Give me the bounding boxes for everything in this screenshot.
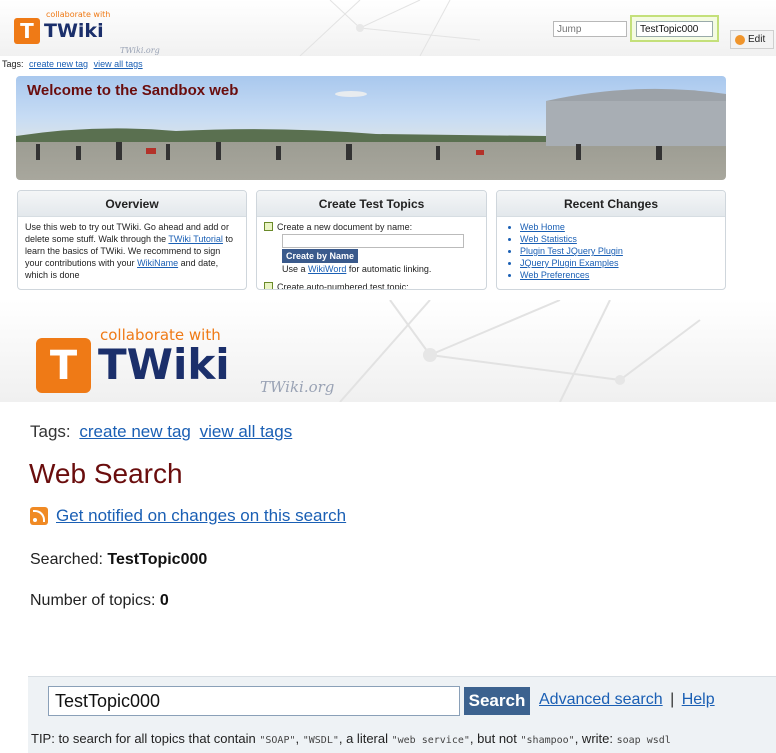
edit-label: Edit xyxy=(748,34,766,45)
create-title: Create Test Topics xyxy=(257,191,486,217)
searched-label: Searched: xyxy=(30,551,103,568)
tip-text-4: , but not xyxy=(469,731,517,746)
view-all-tags-link[interactable]: view all tags xyxy=(94,59,143,69)
new-document-icon xyxy=(264,282,273,289)
notify-row: Get notified on changes on this search xyxy=(30,506,346,526)
recent-list: Web Home Web Statistics Plugin Test JQue… xyxy=(520,221,718,281)
logo-t-icon: T xyxy=(14,18,40,44)
logo-word: TWiki xyxy=(44,20,104,42)
twiki-logo-large[interactable]: collaborate with T TWiki TWiki.org xyxy=(36,326,334,398)
overview-title: Overview xyxy=(18,191,246,217)
recent-item-plugin-test[interactable]: Plugin Test JQuery Plugin xyxy=(520,245,718,257)
edit-button[interactable]: Edit xyxy=(730,30,774,49)
tags-line: Tags: create new tag view all tags xyxy=(30,422,292,442)
hint-pre: Use a xyxy=(282,264,306,274)
create-by-name-button[interactable]: Create by Name xyxy=(282,249,359,263)
recent-item-jquery-examples[interactable]: JQuery Plugin Examples xyxy=(520,257,718,269)
wikiword-link[interactable]: WikiWord xyxy=(308,264,346,274)
header-search-input[interactable] xyxy=(636,21,713,37)
rss-icon[interactable] xyxy=(30,507,48,525)
auto-label: Create auto-numbered test topic: xyxy=(277,282,409,290)
twiki-logo[interactable]: collaborate with T TWiki TWiki.org xyxy=(14,8,160,55)
searched-value: TestTopic000 xyxy=(107,551,208,568)
search-input[interactable] xyxy=(48,686,460,716)
tip-code-example: soap wsdl xyxy=(616,735,671,746)
help-link[interactable]: Help xyxy=(682,691,715,708)
tip-code-shampoo: "shampoo" xyxy=(520,735,575,746)
advanced-search-link[interactable]: Advanced search xyxy=(539,691,663,708)
search-highlight xyxy=(630,15,719,42)
tags-label: Tags: xyxy=(2,59,24,69)
num-value: 0 xyxy=(159,592,169,609)
tags-line-small: Tags: create new tag view all tags xyxy=(2,59,143,69)
tags-label: Tags: xyxy=(30,422,71,441)
hint-post: for automatic linking. xyxy=(348,264,432,274)
recent-body: Web Home Web Statistics Plugin Test JQue… xyxy=(497,217,725,285)
logo-collab-text: collaborate with xyxy=(46,10,111,19)
overview-body: Use this web to try out TWiki. Go ahead … xyxy=(18,217,246,285)
num-label: Number of topics: xyxy=(30,592,156,609)
search-button[interactable]: Search xyxy=(464,687,530,715)
create-new-tag-link[interactable]: create new tag xyxy=(79,422,191,441)
topic-name-input[interactable] xyxy=(282,234,464,248)
logo-org: TWiki.org xyxy=(260,378,335,396)
wikiname-link[interactable]: WikiName xyxy=(137,258,178,268)
searched-line: Searched: TestTopic000 xyxy=(30,551,207,569)
recent-item-web-home[interactable]: Web Home xyxy=(520,221,718,233)
create-label: Create a new document by name: xyxy=(277,222,413,232)
number-of-topics-line: Number of topics: 0 xyxy=(30,592,169,610)
recent-changes-panel: Recent Changes Web Home Web Statistics P… xyxy=(496,190,726,290)
logo-t-icon: T xyxy=(36,338,91,393)
notify-link[interactable]: Get notified on changes on this search xyxy=(56,506,346,526)
tip-code-web-service: "web service" xyxy=(391,735,470,746)
edit-icon xyxy=(735,34,745,45)
create-new-tag-link[interactable]: create new tag xyxy=(29,59,88,69)
tip-text-3: , a literal xyxy=(338,731,388,746)
search-links: Advanced search | Help xyxy=(539,691,715,709)
recent-item-web-statistics[interactable]: Web Statistics xyxy=(520,233,718,245)
link-separator: | xyxy=(670,691,675,708)
logo-word: TWiki xyxy=(98,340,230,389)
tip-text-2: , xyxy=(295,731,300,746)
page-title: Web Search xyxy=(29,458,183,489)
tip-text-5: , write: xyxy=(574,731,613,746)
create-body: Create a new document by name: Create by… xyxy=(257,217,486,290)
tip-code-soap: "SOAP" xyxy=(259,735,296,746)
overview-panel: Overview Use this web to try out TWiki. … xyxy=(17,190,247,290)
banner-title: Welcome to the Sandbox web xyxy=(27,82,239,99)
jump-input[interactable] xyxy=(553,21,627,37)
new-document-icon xyxy=(264,222,273,231)
logo-org: TWiki.org xyxy=(120,46,160,55)
recent-item-web-preferences[interactable]: Web Preferences xyxy=(520,269,718,281)
tip-code-wsdl: "WSDL" xyxy=(302,735,339,746)
view-all-tags-link[interactable]: view all tags xyxy=(200,422,293,441)
sandbox-banner: Welcome to the Sandbox web xyxy=(16,76,726,180)
create-test-topics-panel: Create Test Topics Create a new document… xyxy=(256,190,487,290)
search-form: Search Advanced search | Help TIP: to se… xyxy=(28,676,776,753)
twiki-tutorial-link[interactable]: TWiki Tutorial xyxy=(168,234,223,244)
tip-text-1: TIP: to search for all topics that conta… xyxy=(31,731,256,746)
search-tip: TIP: to search for all topics that conta… xyxy=(31,731,671,746)
recent-title: Recent Changes xyxy=(497,191,725,217)
